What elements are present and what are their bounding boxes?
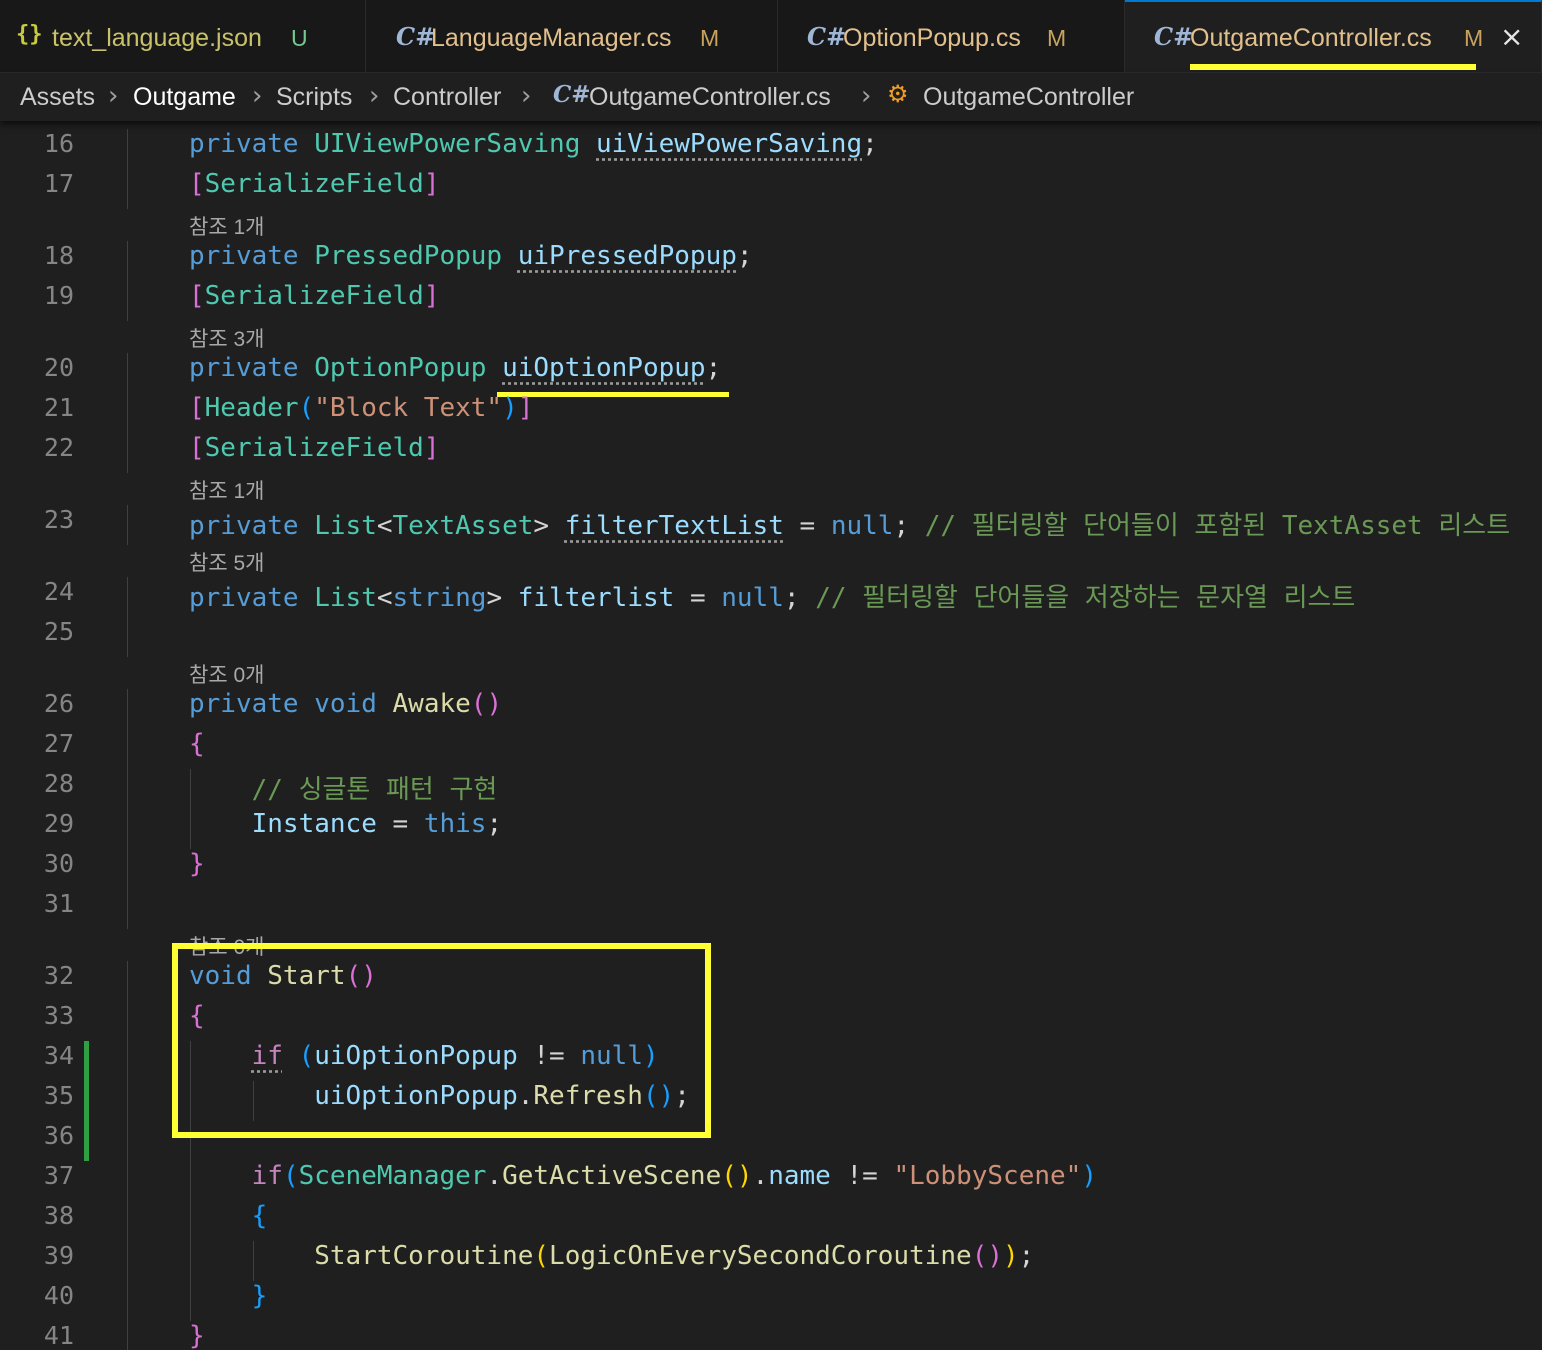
line-number: 16 xyxy=(43,129,74,158)
line-number: 38 xyxy=(43,1201,74,1230)
active-tab-highlight xyxy=(1190,64,1476,70)
breadcrumb-file[interactable]: OutgameController.cs xyxy=(589,83,831,112)
code-text: private PressedPopup uiPressedPopup; xyxy=(189,241,753,271)
line-number: 31 xyxy=(43,889,74,918)
json-file-icon: {} xyxy=(16,22,43,47)
code-text: [Header("Block Text")] xyxy=(189,393,534,423)
code-text: } xyxy=(189,1321,205,1350)
line-number: 28 xyxy=(43,769,74,798)
tab-language-manager[interactable]: C# LanguageManager.cs M xyxy=(366,0,778,72)
tab-label: OptionPopup.cs xyxy=(843,24,1021,52)
chevron-right-icon: › xyxy=(861,81,872,111)
line-number: 26 xyxy=(43,689,74,718)
line-number: 36 xyxy=(43,1121,74,1150)
chevron-right-icon: › xyxy=(369,81,380,111)
indent-guide xyxy=(127,961,128,1350)
chevron-right-icon: › xyxy=(521,81,532,111)
csharp-file-icon: C# xyxy=(807,22,847,51)
code-text: private void Awake() xyxy=(189,689,503,719)
class-symbol-icon: ⚙ xyxy=(887,80,909,108)
close-tab-icon[interactable]: × xyxy=(1500,20,1523,53)
line-number: 33 xyxy=(43,1001,74,1030)
indent-guide xyxy=(127,129,128,209)
line-number: 37 xyxy=(43,1161,74,1190)
line-number: 32 xyxy=(43,961,74,990)
indent-guide xyxy=(127,689,128,929)
line-number: 18 xyxy=(43,241,74,270)
breadcrumb-class[interactable]: OutgameController xyxy=(923,83,1134,112)
tab-label: OutgameController.cs xyxy=(1190,24,1432,52)
indent-guide xyxy=(127,241,128,321)
line-number: 25 xyxy=(43,617,74,646)
line-number: 40 xyxy=(43,1281,74,1310)
indent-guide xyxy=(127,353,128,473)
codelens-references[interactable]: 참조 1개 xyxy=(189,475,264,505)
code-text: { xyxy=(189,729,205,759)
chevron-right-icon: › xyxy=(252,81,263,111)
line-number: 21 xyxy=(43,393,74,422)
breadcrumb: Assets › Outgame › Scripts › Controller … xyxy=(0,73,1542,121)
line-number: 22 xyxy=(43,433,74,462)
line-number: 20 xyxy=(43,353,74,382)
tab-bar: {} text_language.json U C# LanguageManag… xyxy=(0,0,1542,73)
codelens-references[interactable]: 참조 5개 xyxy=(189,547,264,577)
code-text: [SerializeField] xyxy=(189,281,440,311)
code-text: Instance = this; xyxy=(251,809,503,839)
code-text: private List<TextAsset> filterTextList =… xyxy=(189,511,1511,541)
code-text: } xyxy=(251,1281,268,1311)
line-number: 19 xyxy=(43,281,74,310)
line-number: 35 xyxy=(43,1081,74,1110)
csharp-file-icon: C# xyxy=(1154,22,1194,51)
line-number: 17 xyxy=(43,169,74,198)
breadcrumb-assets[interactable]: Assets xyxy=(20,83,95,112)
code-text: if(SceneManager.GetActiveScene().name !=… xyxy=(251,1161,1097,1191)
line-number: 23 xyxy=(43,505,74,534)
codelens-references[interactable]: 참조 0개 xyxy=(189,659,264,689)
modified-badge: M xyxy=(1464,25,1484,51)
untracked-badge: U xyxy=(291,25,308,51)
code-text: StartCoroutine(LogicOnEverySecondCorouti… xyxy=(314,1241,1035,1271)
code-text: [SerializeField] xyxy=(189,169,440,199)
chevron-right-icon: › xyxy=(108,81,119,111)
indent-guide xyxy=(127,505,128,545)
modified-badge: M xyxy=(700,25,720,51)
tab-outgame-controller[interactable]: C# OutgameController.cs M × xyxy=(1125,0,1542,72)
breadcrumb-controller[interactable]: Controller xyxy=(393,83,501,112)
code-text: private UIViewPowerSaving uiViewPowerSav… xyxy=(189,129,878,159)
tab-label: LanguageManager.cs xyxy=(431,24,672,52)
line-number: 39 xyxy=(43,1241,74,1270)
code-text: private OptionPopup uiOptionPopup; xyxy=(189,353,722,383)
code-text: private List<string> filterlist = null; … xyxy=(189,583,1356,613)
csharp-file-icon: C# xyxy=(553,81,591,108)
line-number: 24 xyxy=(43,577,74,606)
code-text: { xyxy=(251,1201,268,1231)
tab-text-language-json[interactable]: {} text_language.json U xyxy=(0,0,366,72)
codelens-references[interactable]: 참조 1개 xyxy=(189,211,264,241)
line-number: 27 xyxy=(43,729,74,758)
code-text: // 싱글톤 패턴 구현 xyxy=(251,775,498,805)
line-number: 29 xyxy=(43,809,74,838)
line-number: 30 xyxy=(43,849,74,878)
tab-label: text_language.json xyxy=(52,24,262,52)
breadcrumb-outgame[interactable]: Outgame xyxy=(133,83,236,112)
indent-guide xyxy=(127,577,128,657)
breadcrumb-scripts[interactable]: Scripts xyxy=(276,83,352,112)
tab-option-popup[interactable]: C# OptionPopup.cs M xyxy=(778,0,1125,72)
line-number: 34 xyxy=(43,1041,74,1070)
modified-badge: M xyxy=(1047,25,1067,51)
codelens-references[interactable]: 참조 3개 xyxy=(189,323,264,353)
git-change-indicator xyxy=(84,1041,89,1161)
code-editor[interactable]: 16 private UIViewPowerSaving uiViewPower… xyxy=(0,121,1542,1350)
annotation-highlight-box xyxy=(172,943,711,1138)
code-text: [SerializeField] xyxy=(189,433,440,463)
line-number: 41 xyxy=(43,1321,74,1350)
code-text: } xyxy=(189,849,205,879)
csharp-file-icon: C# xyxy=(396,22,436,51)
